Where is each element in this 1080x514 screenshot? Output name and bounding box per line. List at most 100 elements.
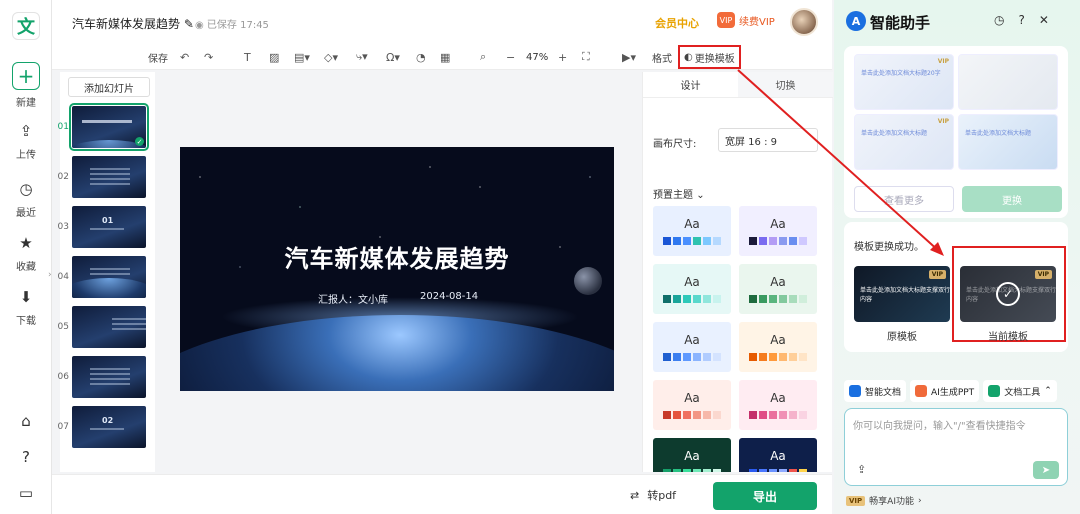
- format-button[interactable]: 格式: [652, 49, 672, 65]
- slide-thumbnail[interactable]: 01: [72, 206, 146, 248]
- monitor-icon[interactable]: ▭: [15, 482, 37, 504]
- connector-icon[interactable]: ⤷▾: [356, 49, 368, 65]
- fit-screen-icon[interactable]: ⛶: [582, 49, 590, 65]
- slide-canvas[interactable]: 汽车新媒体发展趋势 汇报人：文小库 2024-08-14: [180, 147, 614, 391]
- template-option[interactable]: 单击此处添加文档大标题 VIP: [854, 114, 954, 170]
- theme-option[interactable]: Aa: [653, 438, 731, 472]
- slide-thumbnail[interactable]: [72, 356, 146, 398]
- chip-smart-doc[interactable]: 智能文档: [844, 380, 907, 402]
- slide-thumb-row[interactable]: 06: [58, 356, 155, 400]
- zoom-level[interactable]: 47%: [526, 49, 548, 65]
- vip-mark: VIP: [937, 118, 949, 125]
- rail-item-download[interactable]: ⬇ 下载: [0, 286, 52, 327]
- app-logo[interactable]: 文: [12, 12, 40, 40]
- rail-item-upload[interactable]: ⇪ 上传: [0, 120, 52, 161]
- zoom-in-icon[interactable]: +: [558, 49, 567, 65]
- original-template-option[interactable]: 单击此处添加文档大标题支撑双行内容 VIP 原模板: [854, 266, 950, 343]
- slide-thumb-row[interactable]: 02: [58, 156, 155, 200]
- vip-ai-link[interactable]: VIP 畅享AI功能 ›: [846, 494, 922, 507]
- color-swatch: [663, 411, 671, 419]
- media-icon[interactable]: ▤▾: [294, 49, 310, 65]
- renew-vip-button[interactable]: VIP 续费VIP: [717, 12, 775, 28]
- color-swatch: [749, 353, 757, 361]
- search-icon[interactable]: ⌕: [480, 49, 486, 65]
- template-success-card: 模板更换成功。 单击此处添加文档大标题支撑双行内容 VIP 原模板 单击此处添加…: [844, 222, 1068, 352]
- theme-option[interactable]: Aa: [739, 380, 817, 430]
- image-icon[interactable]: ▨: [269, 49, 279, 65]
- rail-item-new[interactable]: + 新建: [0, 62, 52, 109]
- color-swatch: [789, 411, 797, 419]
- template-option[interactable]: 单击此处添加文档大标题: [958, 114, 1058, 170]
- slide-thumb-row[interactable]: 03 01: [58, 206, 155, 250]
- tab-design[interactable]: 设计: [643, 72, 738, 97]
- slide-thumbnail[interactable]: [72, 306, 146, 348]
- rail-item-favorites[interactable]: ★ 收藏: [0, 232, 52, 273]
- theme-option[interactable]: Aa: [653, 322, 731, 372]
- slide-date[interactable]: 2024-08-14: [420, 291, 478, 302]
- close-icon[interactable]: ✕: [1039, 13, 1049, 27]
- help-icon[interactable]: ?: [1018, 13, 1024, 27]
- rail-item-recent[interactable]: ◷ 最近: [0, 178, 52, 219]
- avatar[interactable]: [790, 8, 818, 36]
- collapse-panel-icon[interactable]: ›: [48, 270, 56, 292]
- add-slide-button[interactable]: 添加幻灯片: [68, 77, 150, 97]
- theme-option[interactable]: Aa: [653, 264, 731, 314]
- rail-item-label: 上传: [16, 150, 36, 161]
- shape-icon[interactable]: ◇▾: [324, 49, 338, 65]
- to-pdf-button[interactable]: ⇄ 转pdf: [630, 487, 676, 503]
- view-more-button[interactable]: 查看更多: [854, 186, 954, 212]
- play-icon[interactable]: ▶▾: [622, 49, 636, 65]
- assistant-input[interactable]: 你可以向我提问，输入"/"查看快捷指令 ⇪ ➤: [844, 408, 1068, 486]
- edit-icon[interactable]: ✎: [184, 17, 194, 31]
- theme-option[interactable]: Aa: [739, 264, 817, 314]
- current-template-option[interactable]: 单击此处添加文档大标题支撑双行内容 VIP ✓ 当前模板: [960, 266, 1056, 343]
- theme-option[interactable]: Aa: [653, 206, 731, 256]
- slide-thumb-row[interactable]: 04: [58, 256, 155, 300]
- table-icon[interactable]: ▦: [440, 49, 450, 65]
- slide-thumbnail[interactable]: 02: [72, 406, 146, 448]
- template-options-card: 单击此处添加文档大标题20字 VIP 单击此处添加文档大标题 VIP 单击此处添…: [844, 46, 1068, 218]
- slide-reporter[interactable]: 汇报人：文小库: [318, 291, 388, 306]
- theme-swatches: [663, 469, 721, 472]
- attach-icon[interactable]: ⇪: [857, 463, 866, 476]
- zoom-out-icon[interactable]: −: [506, 49, 515, 65]
- chip-doc-tools[interactable]: 文档工具 ⌃: [983, 380, 1057, 402]
- slide-thumbnail[interactable]: [72, 156, 146, 198]
- chip-ai-ppt[interactable]: AI生成PPT: [910, 380, 980, 402]
- tab-switch[interactable]: 切换: [738, 72, 833, 97]
- original-template-thumb[interactable]: 单击此处添加文档大标题支撑双行内容 VIP: [854, 266, 950, 322]
- export-button[interactable]: 导出: [713, 482, 817, 510]
- send-button[interactable]: ➤: [1033, 461, 1059, 479]
- template-option[interactable]: 单击此处添加文档大标题20字 VIP: [854, 54, 954, 110]
- history-icon[interactable]: ◷: [994, 13, 1004, 27]
- template-option[interactable]: [958, 54, 1058, 110]
- slide-title[interactable]: 汽车新媒体发展趋势: [180, 239, 614, 274]
- text-icon[interactable]: T: [244, 49, 251, 65]
- theme-option[interactable]: Aa: [653, 380, 731, 430]
- member-center-link[interactable]: 会员中心: [655, 15, 699, 31]
- chart-icon[interactable]: ◔: [416, 49, 426, 65]
- slide-thumbnail[interactable]: [72, 256, 146, 298]
- slide-thumb-row[interactable]: 07 02: [58, 406, 155, 450]
- gift-icon[interactable]: ⌂: [15, 410, 37, 432]
- theme-option[interactable]: Aa: [739, 322, 817, 372]
- undo-icon[interactable]: ↶: [180, 49, 189, 65]
- redo-icon[interactable]: ↷: [204, 49, 213, 65]
- theme-option[interactable]: Aa: [739, 206, 817, 256]
- replace-button[interactable]: 更换: [962, 186, 1062, 212]
- color-swatch: [713, 353, 721, 361]
- change-template-button[interactable]: ◐ 更换模板: [678, 45, 741, 69]
- preset-theme-label[interactable]: 预置主题 ⌄: [653, 186, 705, 201]
- doc-icon: [849, 385, 861, 397]
- doc-title[interactable]: 汽车新媒体发展趋势 ✎: [72, 15, 194, 32]
- slide-thumbnail[interactable]: ✓: [69, 103, 149, 151]
- slide-thumb-row[interactable]: 05: [58, 306, 155, 350]
- swap-icon: ⇄: [630, 488, 640, 502]
- canvas-size-select[interactable]: 宽屏 16 : 9: [718, 128, 818, 152]
- slide-thumb-row[interactable]: 01 ✓: [58, 103, 155, 151]
- current-template-thumb[interactable]: 单击此处添加文档大标题支撑双行内容 VIP ✓: [960, 266, 1056, 322]
- theme-option[interactable]: Aa: [739, 438, 817, 472]
- save-button[interactable]: 保存: [148, 49, 168, 65]
- symbol-icon[interactable]: Ω▾: [386, 49, 400, 65]
- help-icon[interactable]: ?: [15, 446, 37, 468]
